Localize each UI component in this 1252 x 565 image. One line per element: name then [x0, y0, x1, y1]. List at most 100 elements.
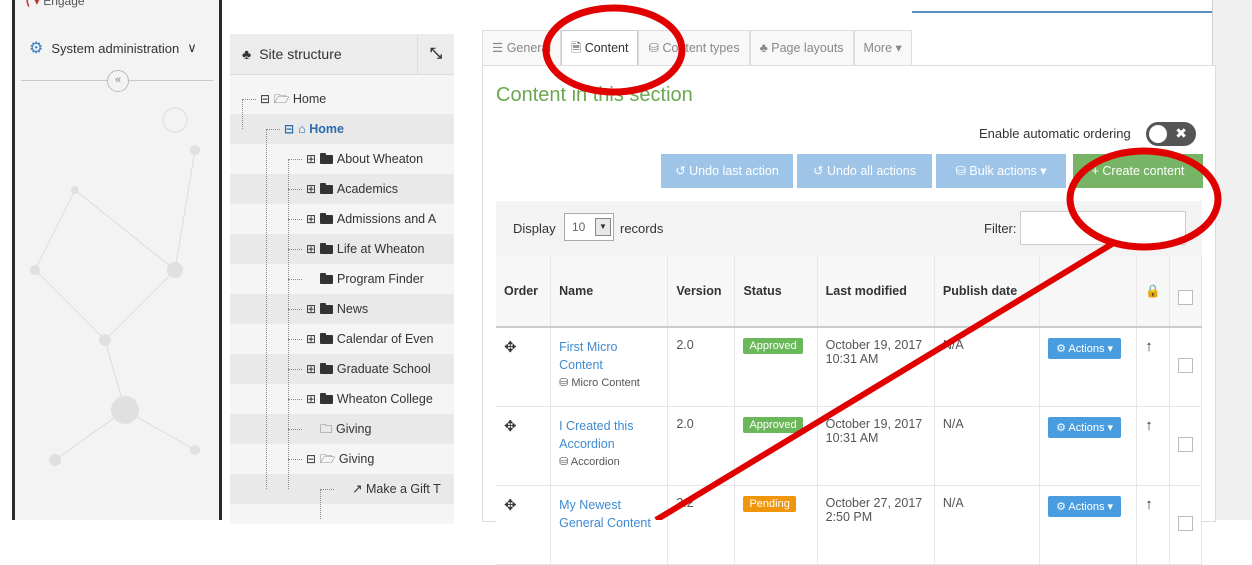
- expand-icon[interactable]: ⊞: [306, 182, 320, 196]
- expand-panel-button[interactable]: ⤡: [417, 34, 454, 74]
- status-badge: Approved: [743, 417, 803, 433]
- actions-dropdown-button[interactable]: ⚙ Actions ▾: [1048, 338, 1122, 359]
- tree-node-content: ⊞ Admissions and A: [306, 204, 436, 234]
- expand-icon[interactable]: ⊞: [306, 212, 320, 226]
- column-header-status[interactable]: Status: [734, 256, 818, 328]
- column-header-name[interactable]: Name: [550, 256, 669, 328]
- tree-node[interactable]: ⊞ Graduate School: [230, 354, 454, 384]
- column-header-actions: [1039, 256, 1138, 328]
- tab-label: Content: [584, 41, 629, 55]
- column-header-order[interactable]: Order: [496, 256, 552, 328]
- expand-icon[interactable]: ⊞: [306, 362, 320, 376]
- arrow-up-icon[interactable]: ↑: [1145, 338, 1153, 355]
- sliders-icon: ☰: [492, 41, 507, 55]
- tree-node[interactable]: 🗀 Giving: [230, 414, 454, 444]
- tree-node-label: Wheaton College: [336, 392, 433, 406]
- column-header-last-modified[interactable]: Last modified: [817, 256, 935, 328]
- row-checkbox[interactable]: [1177, 358, 1193, 373]
- folder-open-icon: 🗁: [319, 452, 339, 466]
- table-header-row: Order Name Version Status Last modified …: [496, 256, 1203, 328]
- folder-icon: [319, 333, 333, 344]
- undo-last-action-button[interactable]: ↺ Undo last action: [661, 154, 793, 188]
- tree-node[interactable]: ⊞ Admissions and A: [230, 204, 454, 234]
- sitemap-icon: ♣: [242, 46, 252, 62]
- tree-node[interactable]: ⊞ Calendar of Even: [230, 324, 454, 354]
- tab-more[interactable]: More ▾: [853, 30, 912, 66]
- tree-node-label: About Wheaton: [336, 152, 424, 166]
- arrow-up-icon[interactable]: ↑: [1145, 417, 1153, 434]
- cubes-icon: ⛁: [648, 41, 663, 55]
- column-header-publish-date[interactable]: Publish date: [934, 256, 1041, 328]
- expand-icon[interactable]: ⊞: [306, 332, 320, 346]
- tree-node[interactable]: ⊞ News: [230, 294, 454, 324]
- chevron-down-icon: ▼: [595, 218, 611, 236]
- table-body: ✥ First Micro Content ⛁ Micro Content 2.0 Ap…: [496, 327, 1203, 565]
- tree-node[interactable]: ⊞ About Wheaton: [230, 144, 454, 174]
- tree-node-label: Graduate School: [336, 362, 431, 376]
- table-row: ✥ First Micro Content ⛁ Micro Content 2.0 Ap…: [496, 327, 1203, 407]
- column-header-version[interactable]: Version: [667, 256, 736, 328]
- folder-icon: [319, 213, 333, 224]
- select-all-checkbox[interactable]: [1177, 290, 1193, 305]
- tree-node-label: News: [336, 302, 369, 316]
- tab-page-layouts[interactable]: ♣ Page layouts: [749, 30, 854, 66]
- collapse-sidebar-button[interactable]: «: [107, 70, 129, 92]
- bulk-actions-button[interactable]: ⛁ Bulk actions ▾: [936, 154, 1066, 188]
- actions-dropdown-button[interactable]: ⚙ Actions ▾: [1048, 496, 1122, 517]
- select-cell: [1169, 406, 1203, 486]
- content-type-label: ⛁ Accordion: [559, 455, 659, 468]
- content-name-link[interactable]: I Created this Accordion: [559, 417, 659, 453]
- undo-all-actions-button[interactable]: ↺ Undo all actions: [797, 154, 932, 188]
- tree-node[interactable]: ⊞ Wheaton College: [230, 384, 454, 414]
- tab-general[interactable]: ☰ General: [482, 30, 562, 66]
- collapse-icon[interactable]: ⊟: [284, 122, 298, 136]
- tree-node-label: Calendar of Even: [336, 332, 434, 346]
- select-cell: [1169, 327, 1203, 407]
- nav-item-label: System administration: [51, 40, 180, 56]
- actions-cell: ⚙ Actions ▾: [1039, 406, 1138, 486]
- tree-node[interactable]: ⊞ Academics: [230, 174, 454, 204]
- arrow-up-icon[interactable]: ↑: [1145, 496, 1153, 513]
- content-name-link[interactable]: First Micro Content: [559, 338, 659, 374]
- tree-node[interactable]: Program Finder: [230, 264, 454, 294]
- name-cell: My Newest General Content: [550, 485, 669, 565]
- filter-input[interactable]: [1020, 211, 1186, 245]
- tab-content-types[interactable]: ⛁ Content types: [638, 30, 750, 66]
- move-icon[interactable]: ✥: [504, 339, 517, 356]
- row-checkbox[interactable]: [1177, 437, 1193, 452]
- auto-ordering-toggle[interactable]: ✖: [1146, 122, 1196, 146]
- content-name-link[interactable]: My Newest General Content: [559, 496, 659, 532]
- button-label: Bulk actions: [969, 164, 1037, 178]
- tree-node[interactable]: ⊟ 🗁 Giving: [230, 444, 454, 474]
- tree-node[interactable]: ⊟ 🗁 Home: [230, 84, 454, 114]
- tree-node-content: ↗ Make a Gift T: [338, 474, 441, 504]
- collapse-icon[interactable]: ⊟: [306, 452, 320, 466]
- window-scrollbar[interactable]: [1212, 0, 1252, 520]
- tree-connector: [288, 219, 302, 220]
- toggle-knob: [1149, 125, 1167, 143]
- move-icon[interactable]: ✥: [504, 418, 517, 435]
- nav-item-system-administration[interactable]: ⚙ System administration ∨: [29, 38, 197, 58]
- create-content-button[interactable]: + Create content: [1073, 154, 1203, 188]
- expand-icon[interactable]: ⊞: [306, 392, 320, 406]
- tree-node[interactable]: ⊞ Life at Wheaton: [230, 234, 454, 264]
- actions-dropdown-button[interactable]: ⚙ Actions ▾: [1048, 417, 1122, 438]
- row-checkbox[interactable]: [1177, 516, 1193, 531]
- actions-cell: ⚙ Actions ▾: [1039, 485, 1138, 565]
- folder-open-icon: 🗁: [273, 92, 293, 106]
- left-navigation: ⟨ ▾ Engage ⚙ System administration ∨ «: [12, 0, 222, 520]
- expand-icon[interactable]: ⊞: [306, 302, 320, 316]
- tree-node[interactable]: ⊟ ⌂ Home: [230, 114, 454, 144]
- button-label: Actions: [1068, 501, 1105, 513]
- expand-icon[interactable]: ⊞: [306, 152, 320, 166]
- chevron-down-icon: ∨: [187, 40, 197, 55]
- tree-node[interactable]: ↗ Make a Gift T: [230, 474, 454, 504]
- tree-connector: [288, 249, 302, 250]
- records-per-page-select[interactable]: 10 ▼: [564, 213, 614, 241]
- folder-icon: [319, 303, 333, 314]
- move-icon[interactable]: ✥: [504, 497, 517, 514]
- tab-content[interactable]: 🗎 Content: [561, 30, 639, 67]
- collapse-icon[interactable]: ⊟: [260, 92, 274, 106]
- expand-icon[interactable]: ⊞: [306, 242, 320, 256]
- nav-item-engage[interactable]: ⟨ ▾ Engage: [25, 0, 85, 8]
